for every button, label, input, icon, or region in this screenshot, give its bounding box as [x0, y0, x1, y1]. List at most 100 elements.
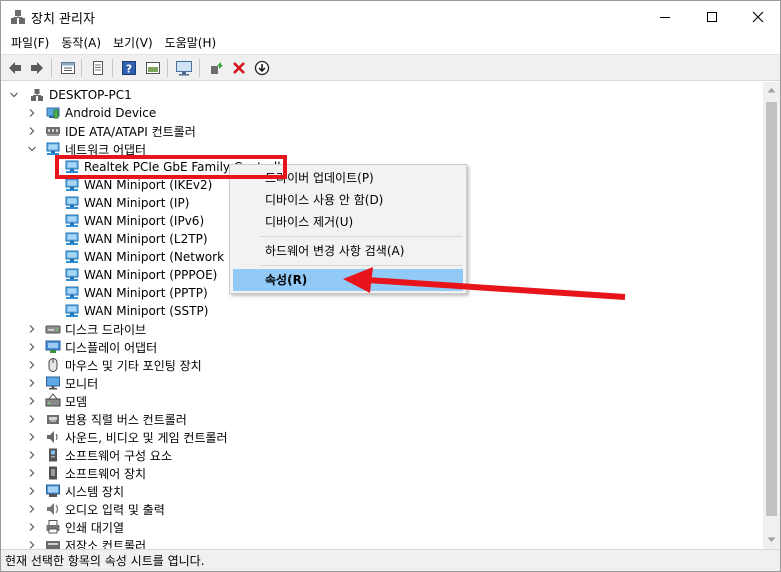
system-device-icon [46, 484, 60, 497]
expand-chevron-icon[interactable] [27, 414, 37, 424]
expand-chevron-icon[interactable] [27, 504, 37, 514]
menu-disable-device[interactable]: 디바이스 사용 안 함(D) [233, 189, 463, 211]
toolbar-separator [199, 59, 200, 77]
tree-category[interactable]: 마우스 및 기타 포인팅 장치 [45, 356, 202, 374]
download-button[interactable] [252, 58, 272, 78]
tree-category[interactable]: 디스플레이 어댑터 [45, 338, 157, 356]
tree-node-label: 모뎀 [65, 394, 88, 409]
forward-arrow-icon [31, 62, 43, 74]
help-button[interactable]: ? [119, 58, 139, 78]
network-adapter-icon [65, 178, 79, 191]
expand-chevron-icon[interactable] [27, 378, 37, 388]
expand-chevron-icon[interactable] [27, 522, 37, 532]
menu-help[interactable]: 도움말(H) [159, 33, 223, 53]
print-queue-icon [46, 520, 60, 534]
uninstall-button[interactable] [229, 58, 249, 78]
tree-node-label: WAN Miniport (PPPOE) [84, 268, 218, 282]
minimize-button[interactable] [642, 1, 688, 32]
storage-controller-icon [46, 541, 60, 549]
expand-chevron-icon[interactable] [27, 540, 37, 549]
tree-root[interactable]: DESKTOP-PC1 [9, 86, 132, 104]
tree-category[interactable]: 디스크 드라이브 [45, 320, 146, 338]
usb-controller-icon [47, 415, 59, 424]
expand-chevron-icon[interactable] [27, 432, 37, 442]
tree-category[interactable]: 범용 직렬 버스 컨트롤러 [45, 410, 187, 428]
collapse-chevron-icon[interactable] [9, 90, 19, 100]
maximize-button[interactable] [689, 1, 735, 32]
tree-category[interactable]: Android Device [45, 104, 156, 122]
tree-category[interactable]: IDE ATA/ATAPI 컨트롤러 [45, 122, 196, 140]
tree-category[interactable]: 인쇄 대기열 [45, 518, 124, 536]
device-tree[interactable]: DESKTOP-PC1 Android Device IDE ATA/ATAPI … [1, 82, 763, 549]
uninstall-x-icon [233, 62, 245, 74]
tree-category[interactable]: 소프트웨어 구성 요소 [45, 446, 172, 464]
tree-device[interactable]: WAN Miniport (PPTP) [64, 284, 208, 302]
menu-scan-hardware[interactable]: 하드웨어 변경 사항 검색(A) [233, 240, 463, 262]
network-adapter-icon [65, 232, 79, 245]
menu-uninstall-device[interactable]: 디바이스 제거(U) [233, 211, 463, 233]
expand-chevron-icon[interactable] [27, 324, 37, 334]
device-manager-icon [10, 9, 26, 25]
scrollbar-thumb[interactable] [766, 102, 777, 516]
close-button[interactable] [735, 1, 780, 32]
tree-category[interactable]: 사운드, 비디오 및 게임 컨트롤러 [45, 428, 228, 446]
properties-grid-button[interactable] [58, 58, 78, 78]
status-text: 현재 선택한 항목의 속성 시트를 엽니다. [5, 554, 205, 568]
title-bar: 장치 관리자 [1, 1, 780, 32]
vertical-scrollbar[interactable] [763, 82, 780, 549]
back-button[interactable] [5, 58, 25, 78]
tree-device[interactable]: WAN Miniport (IPv6) [64, 212, 204, 230]
toolbar-separator [51, 59, 52, 77]
highlight-box [55, 155, 287, 179]
tree-device[interactable]: WAN Miniport (IP) [64, 194, 189, 212]
toolbar: ? [1, 54, 780, 81]
tree-node-label: WAN Miniport (SSTP) [84, 304, 209, 318]
expand-chevron-icon[interactable] [27, 360, 37, 370]
tree-node-label: Android Device [65, 106, 157, 120]
expand-chevron-icon[interactable] [27, 450, 37, 460]
expand-chevron-icon[interactable] [27, 126, 37, 136]
download-icon [254, 60, 270, 76]
tree-node-label: WAN Miniport (IPv6) [84, 214, 205, 228]
menu-view[interactable]: 보기(V) [107, 33, 159, 53]
tree-category[interactable]: 오디오 입력 및 출력 [45, 500, 165, 518]
tree-node-label: 인쇄 대기열 [65, 520, 125, 535]
tree-node-label: 소프트웨어 장치 [65, 466, 147, 481]
maximize-icon [707, 11, 717, 22]
software-device-icon [49, 466, 57, 480]
expand-chevron-icon[interactable] [27, 342, 37, 352]
scroll-down-icon[interactable] [767, 537, 776, 543]
scroll-up-icon[interactable] [767, 87, 776, 93]
update-driver-button[interactable] [206, 58, 226, 78]
expand-chevron-icon[interactable] [27, 486, 37, 496]
expand-chevron-icon[interactable] [27, 468, 37, 478]
tree-category[interactable]: 모니터 [45, 374, 98, 392]
expand-chevron-icon[interactable] [27, 108, 37, 118]
tree-category[interactable]: 소프트웨어 장치 [45, 464, 146, 482]
tree-device[interactable]: WAN Miniport (PPPOE) [64, 266, 217, 284]
computer-icon [31, 89, 43, 101]
audio-io-icon [47, 503, 59, 515]
panel-button[interactable] [143, 58, 163, 78]
collapse-chevron-icon[interactable] [27, 144, 37, 154]
mouse-icon [48, 358, 58, 372]
tree-category[interactable]: 저장소 컨트롤러 [45, 536, 146, 549]
menu-file[interactable]: 파일(F) [5, 33, 55, 53]
panel-icon [146, 62, 160, 74]
tree-category[interactable]: 시스템 장치 [45, 482, 124, 500]
forward-button[interactable] [27, 58, 47, 78]
back-arrow-icon [9, 62, 21, 74]
expand-chevron-icon[interactable] [27, 396, 37, 406]
toolbar-separator [112, 59, 113, 77]
tree-category[interactable]: 모뎀 [45, 392, 87, 410]
menu-action[interactable]: 동작(A) [55, 33, 107, 53]
network-adapter-icon [65, 286, 79, 299]
tree-node-label: 시스템 장치 [65, 484, 125, 499]
network-adapter-icon [65, 304, 79, 317]
document-button[interactable] [88, 58, 108, 78]
toolbar-separator [167, 59, 168, 77]
scan-hardware-button[interactable] [174, 58, 194, 78]
tree-device[interactable]: WAN Miniport (L2TP) [64, 230, 208, 248]
menu-properties[interactable]: 속성(R) [233, 269, 463, 291]
tree-device[interactable]: WAN Miniport (SSTP) [64, 302, 208, 320]
